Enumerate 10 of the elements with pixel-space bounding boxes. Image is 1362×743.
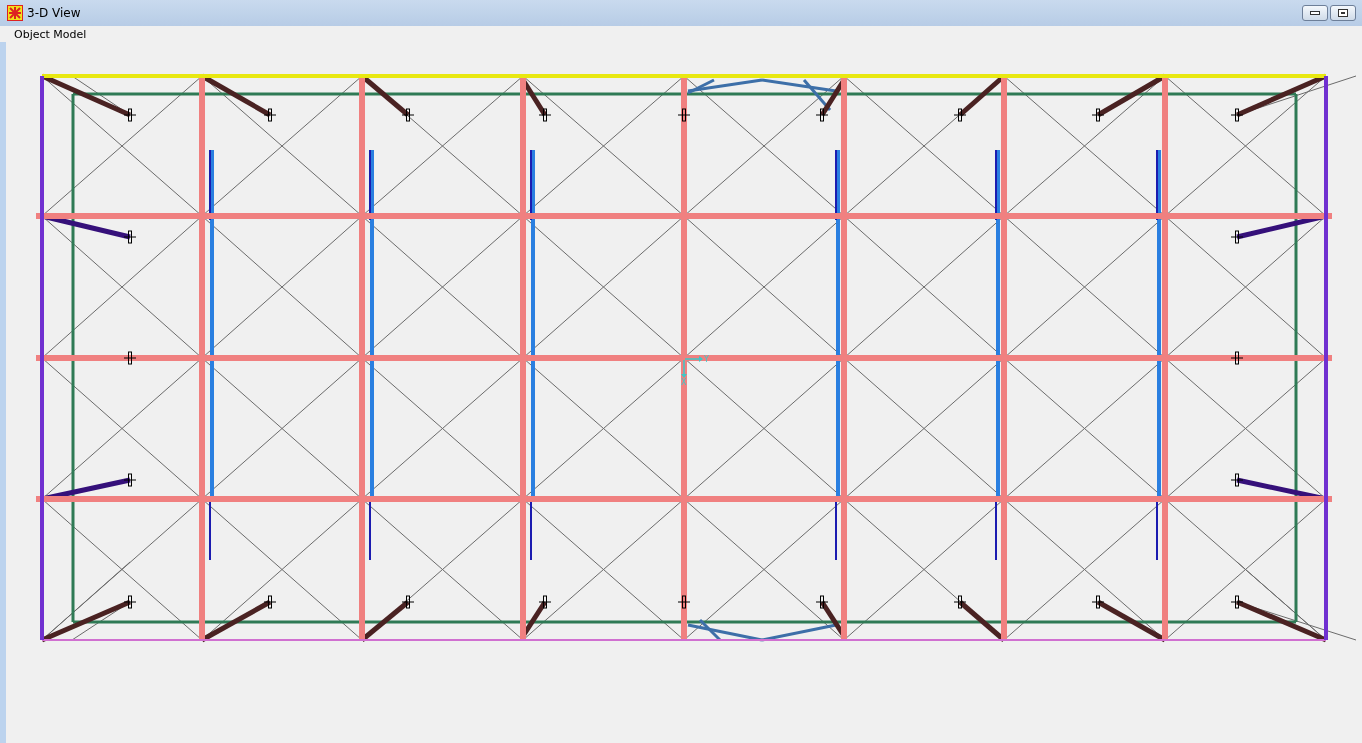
minimize-icon (1310, 11, 1320, 15)
window-title: 3-D View (27, 6, 82, 20)
axis-label: Y (704, 355, 709, 364)
axis-label: X (681, 378, 687, 387)
restore-button[interactable] (1330, 5, 1356, 21)
restore-icon (1338, 9, 1348, 17)
minimize-button[interactable] (1302, 5, 1328, 21)
axis-arrows (681, 356, 703, 378)
app-icon (7, 5, 23, 21)
menu-item[interactable]: Object Model (10, 27, 91, 41)
